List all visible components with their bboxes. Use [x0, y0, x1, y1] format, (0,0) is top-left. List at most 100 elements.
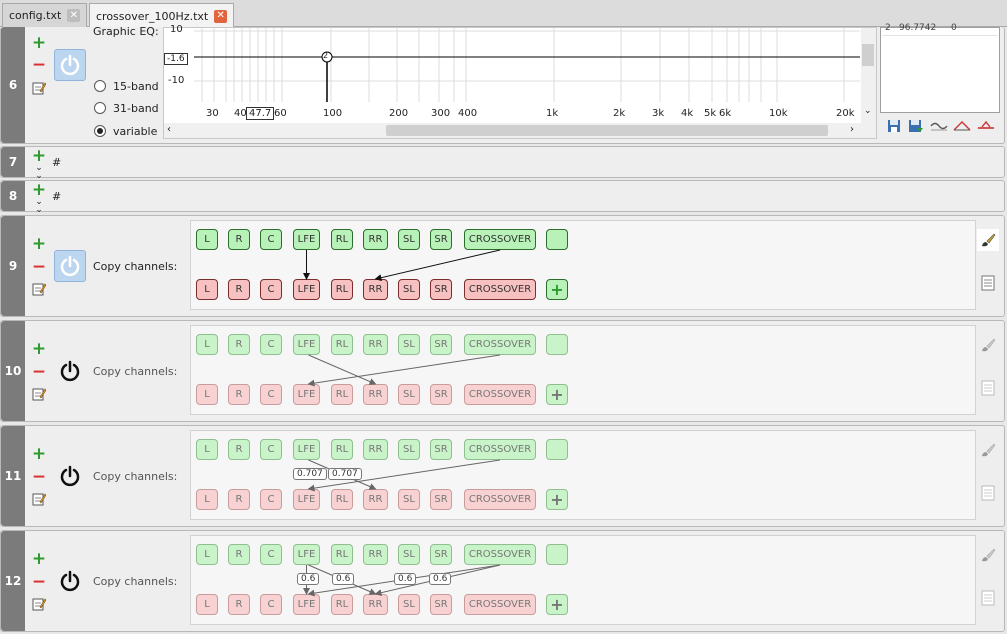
- plus-icon[interactable]: +: [32, 236, 46, 253]
- source-channel-chip[interactable]: SL: [398, 439, 420, 460]
- list-icon[interactable]: [977, 377, 999, 399]
- target-channel-chip[interactable]: C: [260, 489, 282, 510]
- radio-15-band[interactable]: [94, 80, 106, 92]
- power-icon[interactable]: [54, 355, 86, 387]
- source-channel-chip[interactable]: R: [228, 439, 250, 460]
- edit-icon[interactable]: [32, 282, 46, 296]
- source-channel-chip[interactable]: RL: [331, 439, 353, 460]
- edit-icon[interactable]: [32, 81, 46, 95]
- source-channel-chip[interactable]: L: [196, 544, 218, 565]
- vertical-scrollbar[interactable]: ⌄: [861, 28, 876, 123]
- save-icon[interactable]: [884, 117, 904, 135]
- source-channel-chip[interactable]: R: [228, 334, 250, 355]
- target-channel-chip[interactable]: L: [196, 489, 218, 510]
- target-channel-chip[interactable]: RR: [363, 384, 388, 405]
- radio-variable[interactable]: [94, 125, 106, 137]
- add-channel-button[interactable]: +: [546, 489, 568, 510]
- source-channel-chip[interactable]: [546, 439, 568, 460]
- band-marker[interactable]: 2: [323, 51, 328, 60]
- source-channel-chip[interactable]: SL: [398, 544, 420, 565]
- source-channel-chip[interactable]: [546, 334, 568, 355]
- source-channel-chip[interactable]: RL: [331, 544, 353, 565]
- horizontal-scrollbar[interactable]: ‹ ›: [164, 123, 876, 138]
- gain-label[interactable]: 0.6: [332, 573, 355, 585]
- target-channel-chip[interactable]: L: [196, 594, 218, 615]
- band-table[interactable]: 2 96.7742 0: [880, 23, 1000, 113]
- edit-icon[interactable]: [32, 597, 46, 611]
- source-channel-chip[interactable]: R: [228, 544, 250, 565]
- scrollbar-thumb[interactable]: [862, 44, 874, 66]
- wave-icon[interactable]: [929, 117, 949, 135]
- target-channel-chip[interactable]: CROSSOVER: [464, 594, 536, 615]
- plus-icon[interactable]: +: [32, 148, 46, 165]
- target-channel-chip[interactable]: CROSSOVER: [464, 384, 536, 405]
- power-icon[interactable]: [54, 565, 86, 597]
- target-channel-chip[interactable]: SL: [398, 594, 420, 615]
- power-icon[interactable]: [54, 250, 86, 282]
- source-channel-chip[interactable]: RR: [363, 439, 388, 460]
- target-channel-chip[interactable]: SL: [398, 279, 420, 300]
- tab-config[interactable]: config.txt ✕: [2, 3, 88, 27]
- edit-icon[interactable]: [32, 492, 46, 506]
- target-channel-chip[interactable]: SR: [430, 594, 452, 615]
- scroll-down-icon[interactable]: ⌄: [864, 106, 872, 116]
- source-channel-chip[interactable]: RR: [363, 544, 388, 565]
- target-channel-chip[interactable]: L: [196, 279, 218, 300]
- list-icon[interactable]: [977, 482, 999, 504]
- source-channel-chip[interactable]: SR: [430, 229, 452, 250]
- target-channel-chip[interactable]: C: [260, 384, 282, 405]
- source-channel-chip[interactable]: CROSSOVER: [464, 229, 536, 250]
- target-channel-chip[interactable]: CROSSOVER: [464, 489, 536, 510]
- target-channel-chip[interactable]: R: [228, 489, 250, 510]
- source-channel-chip[interactable]: CROSSOVER: [464, 334, 536, 355]
- minus-icon[interactable]: −: [32, 469, 46, 486]
- scroll-right-icon[interactable]: ›: [850, 124, 854, 135]
- target-channel-chip[interactable]: SR: [430, 384, 452, 405]
- expand-icon[interactable]: ⌄ ⌄: [32, 164, 46, 181]
- target-channel-chip[interactable]: CROSSOVER: [464, 279, 536, 300]
- target-channel-chip[interactable]: RR: [363, 594, 388, 615]
- source-channel-chip[interactable]: R: [228, 229, 250, 250]
- source-channel-chip[interactable]: SL: [398, 334, 420, 355]
- gain-label[interactable]: 0.6: [394, 573, 417, 585]
- source-channel-chip[interactable]: C: [260, 334, 282, 355]
- target-channel-chip[interactable]: R: [228, 384, 250, 405]
- radio-31-band[interactable]: [94, 102, 106, 114]
- minus-icon[interactable]: −: [32, 574, 46, 591]
- target-channel-chip[interactable]: C: [260, 594, 282, 615]
- source-channel-chip[interactable]: RL: [331, 334, 353, 355]
- source-channel-chip[interactable]: CROSSOVER: [464, 544, 536, 565]
- source-channel-chip[interactable]: [546, 229, 568, 250]
- target-channel-chip[interactable]: SR: [430, 489, 452, 510]
- source-channel-chip[interactable]: RL: [331, 229, 353, 250]
- target-channel-chip[interactable]: SL: [398, 489, 420, 510]
- target-channel-chip[interactable]: SL: [398, 384, 420, 405]
- target-channel-chip[interactable]: LFE: [293, 594, 320, 615]
- source-channel-chip[interactable]: RR: [363, 229, 388, 250]
- source-channel-chip[interactable]: L: [196, 334, 218, 355]
- source-channel-chip[interactable]: LFE: [293, 544, 320, 565]
- source-channel-chip[interactable]: SR: [430, 544, 452, 565]
- source-channel-chip[interactable]: RR: [363, 334, 388, 355]
- source-channel-chip[interactable]: L: [196, 229, 218, 250]
- gain-label[interactable]: 0.6: [429, 573, 452, 585]
- scroll-left-icon[interactable]: ‹: [167, 124, 171, 135]
- minus-icon[interactable]: −: [32, 57, 46, 74]
- source-channel-chip[interactable]: C: [260, 544, 282, 565]
- plus-icon[interactable]: +: [32, 341, 46, 358]
- list-icon[interactable]: [977, 587, 999, 609]
- plus-icon[interactable]: +: [32, 182, 46, 199]
- brush-icon[interactable]: [977, 544, 999, 566]
- source-channel-chip[interactable]: SR: [430, 439, 452, 460]
- source-channel-chip[interactable]: LFE: [293, 229, 320, 250]
- minus-icon[interactable]: −: [32, 364, 46, 381]
- power-icon[interactable]: [54, 460, 86, 492]
- target-channel-chip[interactable]: RR: [363, 489, 388, 510]
- plus-icon[interactable]: +: [32, 35, 46, 52]
- plus-icon[interactable]: +: [32, 551, 46, 568]
- gain-label[interactable]: 0.707: [293, 468, 327, 480]
- close-icon[interactable]: ✕: [67, 9, 81, 22]
- source-channel-chip[interactable]: CROSSOVER: [464, 439, 536, 460]
- target-channel-chip[interactable]: C: [260, 279, 282, 300]
- close-icon[interactable]: ✕: [214, 9, 228, 23]
